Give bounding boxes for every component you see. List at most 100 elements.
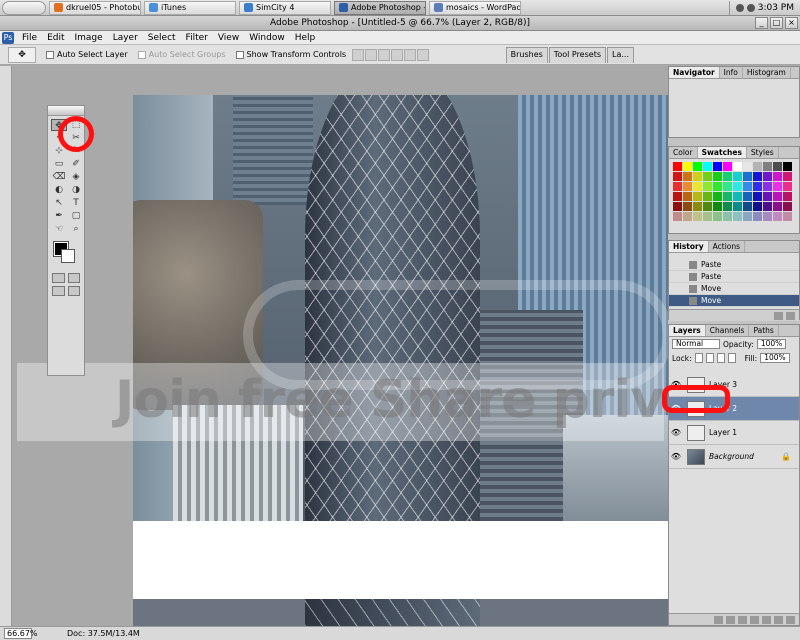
history-state[interactable]: Move	[669, 283, 799, 295]
color-swatch[interactable]	[703, 202, 712, 211]
start-button[interactable]	[2, 0, 46, 15]
color-swatch[interactable]	[713, 202, 722, 211]
align-right-icon[interactable]	[417, 48, 430, 61]
visibility-eye-icon[interactable]: 👁	[669, 452, 683, 461]
tool-button[interactable]: ◈	[68, 171, 84, 183]
color-swatch[interactable]	[713, 212, 722, 221]
color-swatch[interactable]	[753, 192, 762, 201]
color-swatch[interactable]	[723, 182, 732, 191]
color-swatch[interactable]	[743, 182, 752, 191]
menu-filter[interactable]: Filter	[181, 33, 213, 43]
taskbar-item[interactable]: dkruel05 - Photobuc...	[49, 0, 141, 15]
tab-tool-presets[interactable]: Tool Presets	[548, 47, 606, 63]
color-swatch[interactable]	[673, 212, 682, 221]
menu-view[interactable]: View	[213, 33, 244, 43]
color-swatch[interactable]	[763, 172, 772, 181]
tool-button[interactable]: ◐	[51, 184, 67, 196]
quick-mask-icon[interactable]	[67, 273, 80, 283]
color-swatch[interactable]	[683, 212, 692, 221]
menu-edit[interactable]: Edit	[42, 33, 69, 43]
color-swatch[interactable]	[773, 192, 782, 201]
tool-button[interactable]: ✒	[51, 210, 67, 222]
color-swatch[interactable]	[753, 182, 762, 191]
color-swatch[interactable]	[743, 172, 752, 181]
align-left-icon[interactable]	[391, 48, 404, 61]
color-swatch[interactable]	[673, 162, 682, 171]
document-canvas[interactable]	[133, 95, 668, 521]
visibility-eye-icon[interactable]: 👁	[669, 428, 683, 437]
color-swatch[interactable]	[713, 192, 722, 201]
color-swatch[interactable]	[743, 202, 752, 211]
color-swatch[interactable]	[723, 212, 732, 221]
checkbox-box[interactable]	[46, 50, 54, 59]
color-swatch[interactable]	[723, 172, 732, 181]
color-swatch[interactable]	[703, 162, 712, 171]
color-swatch[interactable]	[763, 192, 772, 201]
color-swatch[interactable]	[693, 182, 702, 191]
color-swatch[interactable]	[693, 162, 702, 171]
menu-file[interactable]: File	[17, 33, 42, 43]
color-swatch[interactable]	[783, 192, 792, 201]
color-swatch[interactable]	[783, 202, 792, 211]
color-swatch[interactable]	[783, 212, 792, 221]
tool-button[interactable]: ⌕	[68, 223, 84, 235]
tab-swatches[interactable]: Swatches	[697, 147, 747, 158]
color-swatch[interactable]	[693, 172, 702, 181]
color-swatch[interactable]	[713, 172, 722, 181]
color-swatch[interactable]	[783, 172, 792, 181]
taskbar-item[interactable]: mosaics - WordPad	[429, 0, 521, 15]
new-snapshot-icon[interactable]	[774, 311, 783, 320]
menu-select[interactable]: Select	[143, 33, 181, 43]
close-button[interactable]: ×	[785, 17, 798, 29]
checkbox-box[interactable]	[137, 50, 146, 59]
tool-button[interactable]: ▢	[68, 210, 84, 222]
new-group-icon[interactable]	[762, 615, 771, 624]
tab-actions[interactable]: Actions	[709, 241, 746, 252]
color-swatch[interactable]	[753, 162, 762, 171]
align-center-icon[interactable]	[404, 48, 417, 61]
tool-button[interactable]: T	[68, 197, 84, 209]
fill-input[interactable]: 100%	[760, 353, 790, 363]
layer-row[interactable]: 👁 Layer 1	[669, 421, 799, 445]
color-swatch[interactable]	[743, 212, 752, 221]
maximize-button[interactable]: □	[770, 17, 783, 29]
link-layers-icon[interactable]	[714, 615, 723, 624]
minimize-button[interactable]: _	[755, 17, 768, 29]
color-swatch[interactable]	[773, 172, 782, 181]
layer-row[interactable]: 👁 Background 🔒	[669, 445, 799, 469]
tab-brushes[interactable]: Brushes	[505, 47, 548, 63]
color-swatch[interactable]	[703, 192, 712, 201]
color-swatch[interactable]	[673, 182, 682, 191]
color-swatch[interactable]	[693, 212, 702, 221]
color-swatch[interactable]	[693, 192, 702, 201]
color-swatch[interactable]	[733, 182, 742, 191]
color-swatch[interactable]	[683, 192, 692, 201]
layer-mask-icon[interactable]	[738, 615, 747, 624]
color-swatch[interactable]	[683, 162, 692, 171]
menu-image[interactable]: Image	[70, 33, 108, 43]
color-swatch[interactable]	[723, 202, 732, 211]
zoom-field[interactable]: 66.67%	[4, 628, 38, 639]
color-swatch[interactable]	[733, 162, 742, 171]
blend-mode-select[interactable]: Normal	[672, 339, 720, 349]
color-swatch[interactable]	[673, 202, 682, 211]
auto-select-layer-checkbox[interactable]: Auto Select Layer	[46, 50, 128, 59]
taskbar-item[interactable]: iTunes	[144, 0, 236, 15]
color-swatch[interactable]	[673, 192, 682, 201]
color-swatch[interactable]	[763, 182, 772, 191]
layer-style-icon[interactable]	[726, 615, 735, 624]
show-transform-controls-checkbox[interactable]: Show Transform Controls	[235, 50, 346, 59]
align-top-icon[interactable]	[352, 48, 365, 61]
checkbox-box[interactable]	[235, 50, 244, 59]
history-state[interactable]: Paste	[669, 259, 799, 271]
opacity-input[interactable]: 100%	[756, 339, 787, 349]
tool-button[interactable]: ▭	[51, 158, 67, 170]
background-color-swatch[interactable]	[61, 249, 75, 263]
color-swatch[interactable]	[783, 162, 792, 171]
tool-button[interactable]: ✐	[68, 158, 84, 170]
color-swatch[interactable]	[703, 212, 712, 221]
tab-styles[interactable]: Styles	[747, 147, 779, 158]
move-tool-icon[interactable]: ✥	[8, 46, 36, 63]
color-swatch[interactable]	[703, 182, 712, 191]
toolbox-header[interactable]	[48, 106, 84, 116]
